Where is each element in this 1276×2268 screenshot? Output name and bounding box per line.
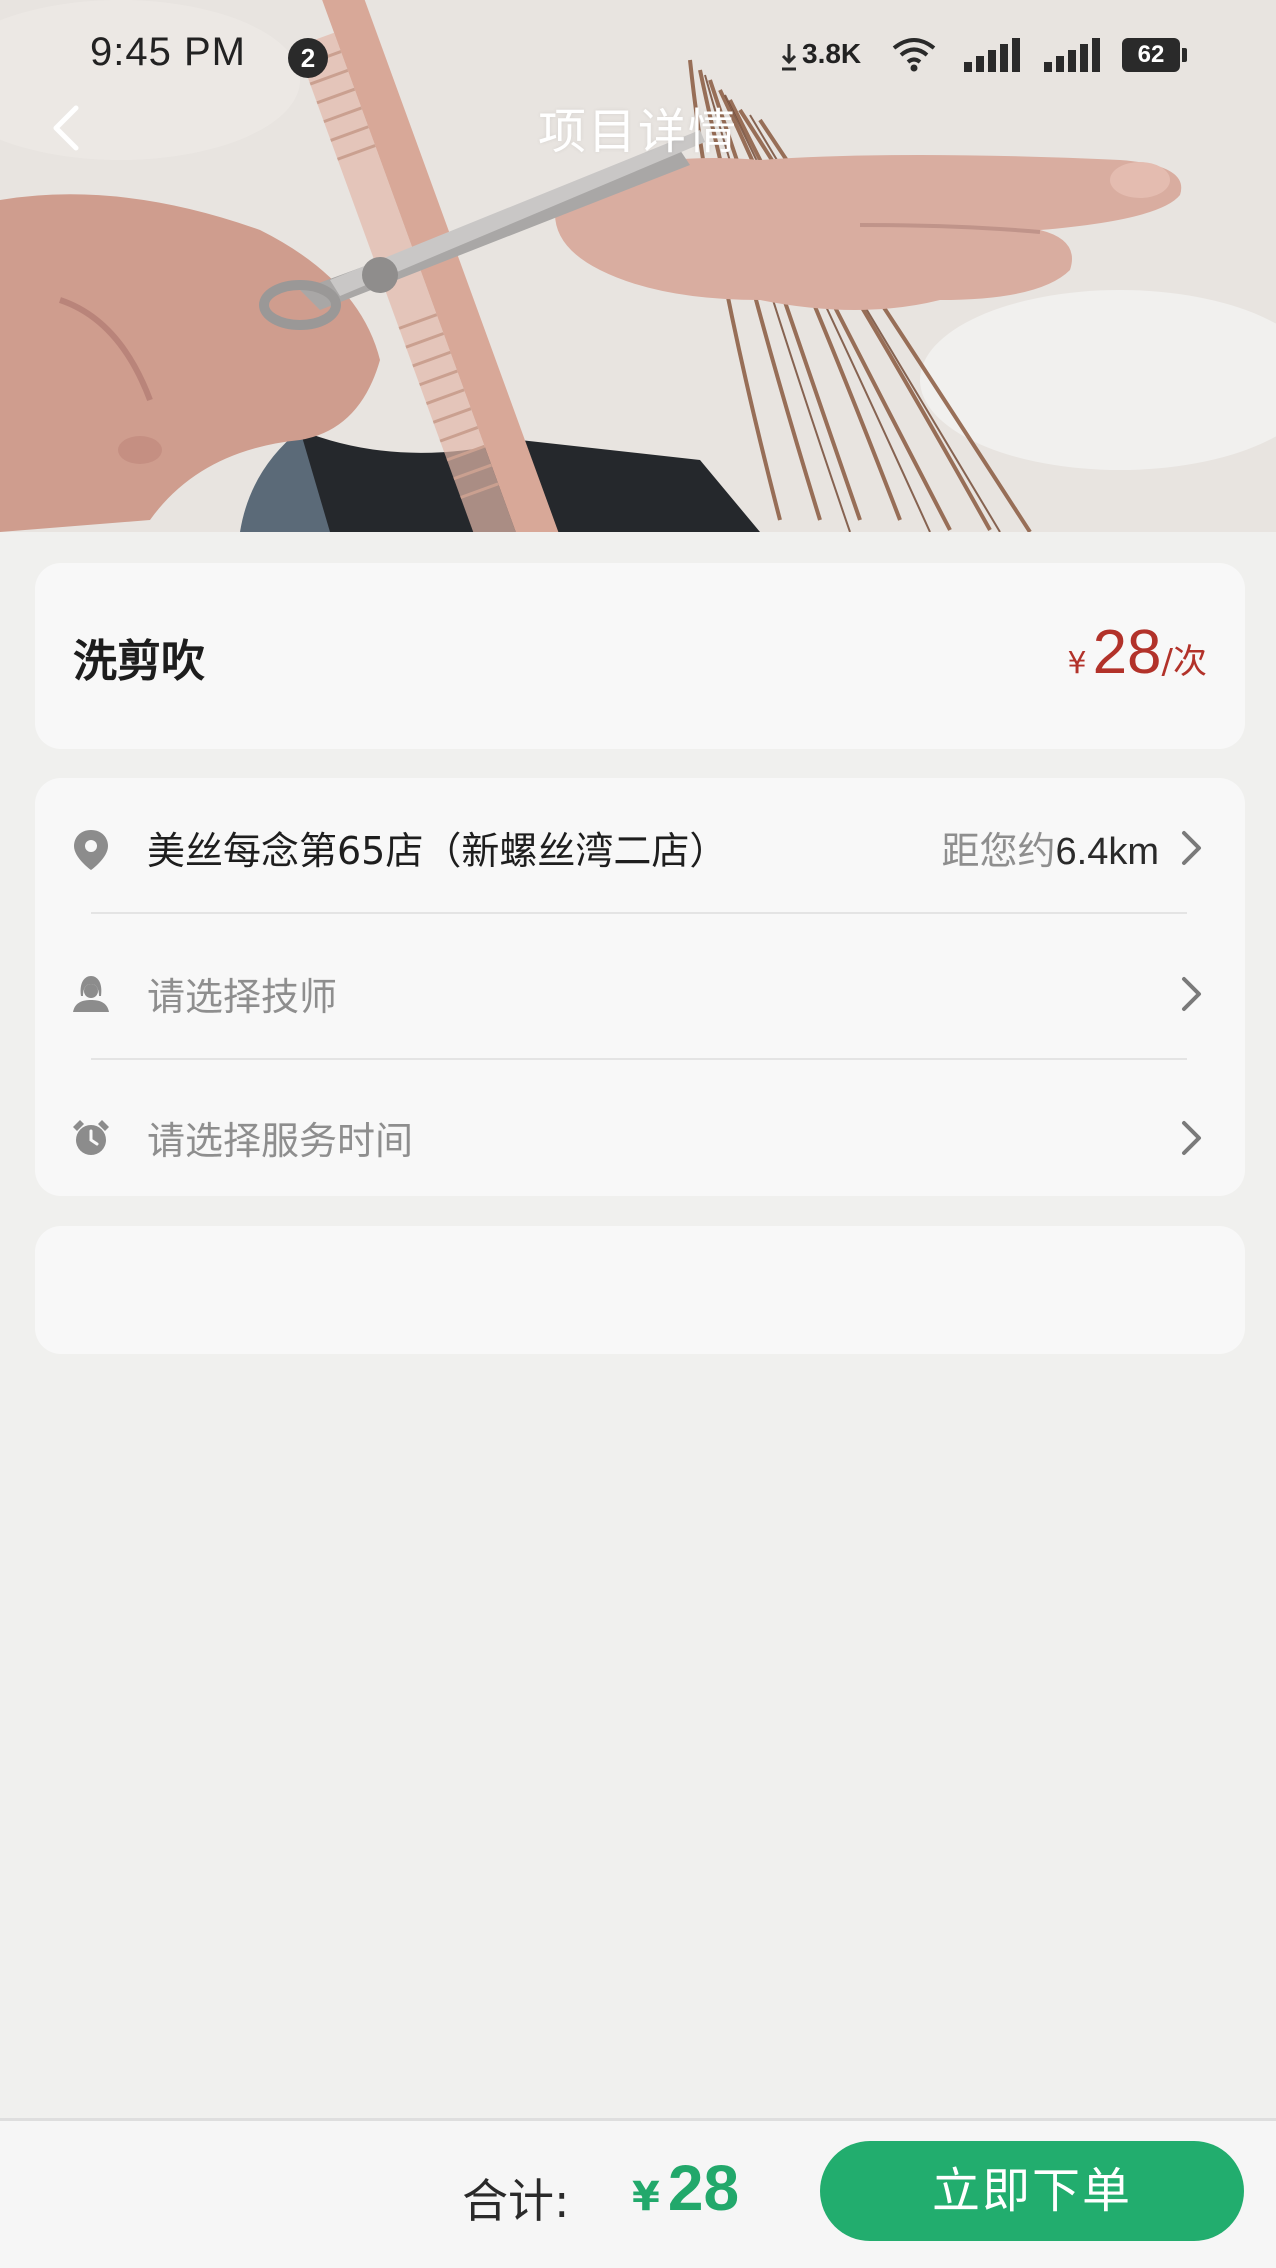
app-screen: 9:45 PM 2 3.8K 62 项目详情 洗剪吹 ¥28/次 美丝每念第65… (0, 0, 1276, 2268)
store-name: 美丝每念第65店（新螺丝湾二店） (147, 829, 728, 873)
service-time-row[interactable]: 请选择服务时间 (35, 1068, 1245, 1208)
stylist-icon (71, 974, 111, 1018)
total-value: 28 (667, 2152, 740, 2224)
extra-info-card (35, 1226, 1245, 1354)
total-currency: ¥ (632, 2174, 660, 2220)
row-divider (91, 1058, 1187, 1060)
wifi-icon (890, 34, 938, 78)
notification-badge: 2 (288, 38, 328, 78)
store-distance: 距您约6.4km (942, 820, 1160, 875)
location-pin-icon (71, 828, 111, 876)
service-price: ¥28/次 (1067, 617, 1207, 688)
chevron-right-icon (1179, 1118, 1205, 1162)
booking-options-card: 美丝每念第65店（新螺丝湾二店） 距您约6.4km 请选择技师 请选择服务时间 (35, 778, 1245, 1196)
service-name: 洗剪吹 (73, 636, 205, 687)
price-amount: 28 (1092, 618, 1162, 687)
technician-row[interactable]: 请选择技师 (35, 924, 1245, 1064)
distance-prefix: 距您约 (941, 829, 1056, 873)
chevron-right-icon (1179, 828, 1205, 872)
store-row[interactable]: 美丝每念第65店（新螺丝湾二店） 距您约6.4km (35, 778, 1245, 918)
status-time: 9:45 PM (90, 30, 246, 74)
service-time-placeholder: 请选择服务时间 (147, 1119, 414, 1163)
total-amount: ¥28 (632, 2151, 739, 2225)
battery-indicator: 62 (1122, 38, 1187, 72)
chevron-right-icon (1179, 974, 1205, 1018)
price-unit: /次 (1161, 642, 1207, 682)
bottom-order-bar: 合计: ¥28 立即下单 (0, 2118, 1276, 2268)
row-divider (91, 912, 1187, 914)
order-now-button[interactable]: 立即下单 (820, 2141, 1244, 2241)
distance-value: 6.4km (1055, 831, 1159, 873)
signal-strength-icon (962, 34, 1022, 78)
alarm-clock-icon (71, 1118, 111, 1162)
download-arrow-icon (780, 42, 798, 76)
service-card: 洗剪吹 ¥28/次 (35, 563, 1245, 749)
technician-placeholder: 请选择技师 (147, 975, 338, 1019)
page-title: 项目详情 (537, 104, 738, 160)
signal-strength-2-icon (1042, 34, 1102, 78)
network-speed: 3.8K (802, 38, 862, 69)
total-label: 合计: (462, 2174, 570, 2228)
price-currency: ¥ (1067, 646, 1087, 681)
